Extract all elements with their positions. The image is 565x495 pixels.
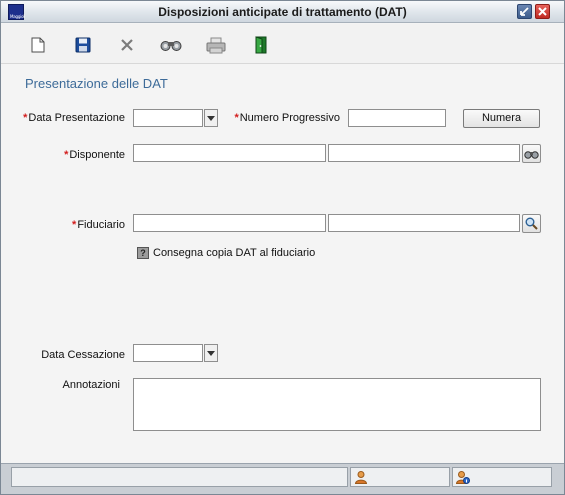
fiduciario-input-2[interactable]	[328, 214, 520, 232]
search-binoculars-icon[interactable]	[160, 35, 182, 55]
exit-door-icon[interactable]	[250, 35, 272, 55]
chevron-down-icon	[207, 115, 215, 121]
numero-progressivo-label: *Numero Progressivo	[234, 112, 340, 124]
new-document-icon[interactable]	[27, 35, 49, 55]
disponente-search-button[interactable]	[522, 144, 541, 163]
delete-icon[interactable]	[116, 35, 138, 55]
user-icon	[354, 471, 368, 484]
status-message	[11, 467, 348, 487]
status-user-cell	[350, 467, 450, 487]
dat-window: Maggioli Disposizioni anticipate di trat…	[0, 0, 565, 495]
magnifier-icon	[525, 217, 538, 230]
data-cessazione-input[interactable]	[133, 344, 203, 362]
close-button[interactable]	[535, 4, 550, 19]
disponente-input-1[interactable]	[133, 144, 326, 162]
data-presentazione-dropdown[interactable]	[204, 109, 218, 127]
annotazioni-label: Annotazioni	[62, 379, 121, 391]
fiduciario-input-1[interactable]	[133, 214, 326, 232]
data-presentazione-label: *Data Presentazione	[23, 112, 125, 124]
data-cessazione-label: Data Cessazione	[41, 349, 125, 361]
save-icon[interactable]	[72, 35, 94, 55]
required-marker: *	[64, 149, 69, 161]
close-icon	[538, 7, 547, 16]
numero-progressivo-input[interactable]	[348, 109, 446, 127]
window-title: Disposizioni anticipate di trattamento (…	[158, 5, 407, 19]
chevron-down-icon	[207, 350, 215, 356]
toolbar	[1, 24, 564, 64]
required-marker: *	[23, 112, 28, 124]
restore-button[interactable]	[517, 4, 532, 19]
user-info-icon	[456, 471, 470, 484]
required-marker: *	[72, 219, 77, 231]
status-bar	[1, 463, 564, 494]
restore-arrow-icon	[520, 7, 529, 16]
status-info-cell	[452, 467, 552, 487]
consegna-copia-label: Consegna copia DAT al fiduciario	[153, 247, 316, 259]
section-title: Presentazione delle DAT	[25, 76, 168, 91]
data-presentazione-input[interactable]	[133, 109, 203, 127]
fiduciario-search-button[interactable]	[522, 214, 541, 233]
print-icon[interactable]	[205, 35, 227, 55]
binoculars-icon	[524, 150, 539, 159]
fiduciario-label: *Fiduciario	[72, 219, 125, 231]
required-marker: *	[234, 112, 239, 124]
numera-button[interactable]: Numera	[463, 109, 540, 128]
consegna-copia-checkbox[interactable]: ?	[137, 247, 149, 259]
disponente-input-2[interactable]	[328, 144, 520, 162]
data-cessazione-dropdown[interactable]	[204, 344, 218, 362]
annotazioni-textarea[interactable]	[133, 378, 541, 431]
disponente-label: *Disponente	[64, 149, 125, 161]
title-bar: Maggioli Disposizioni anticipate di trat…	[1, 1, 564, 23]
